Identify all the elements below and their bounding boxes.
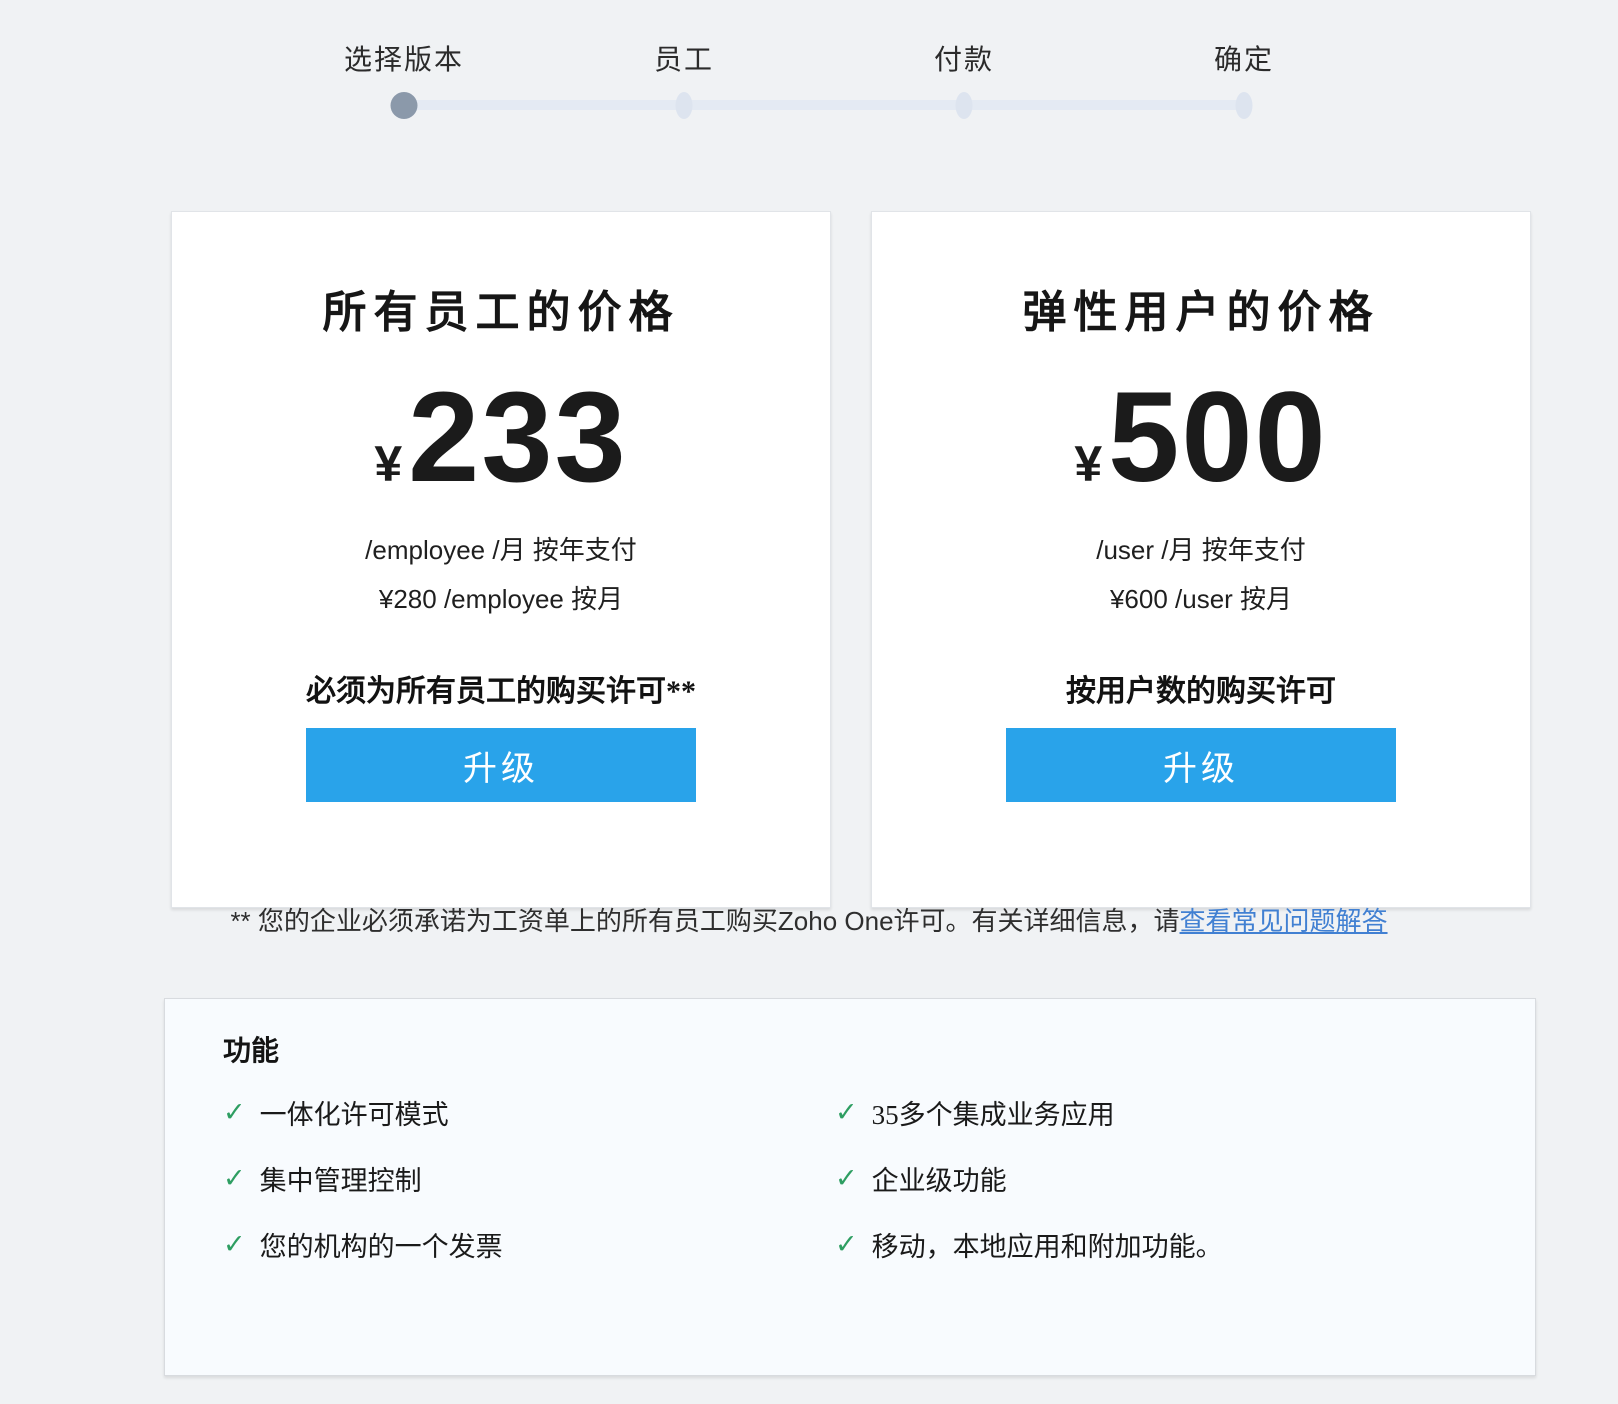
plan-card-flexible-users: 弹性用户的价格 ¥500 /user /月 按年支付 ¥600 /user 按月… [871, 211, 1531, 908]
license-note: 按用户数的购买许可 [1066, 675, 1336, 708]
currency-symbol: ¥ [374, 436, 403, 492]
billing-term-monthly: ¥600 /user 按月 [1109, 584, 1293, 614]
check-icon: ✓ [223, 1228, 246, 1260]
features-grid: ✓ 一体化许可模式 ✓ 35多个集成业务应用 ✓ 集中管理控制 ✓ 企业级功能 … [223, 1079, 1495, 1277]
features-panel: 功能 ✓ 一体化许可模式 ✓ 35多个集成业务应用 ✓ 集中管理控制 ✓ 企业级… [164, 998, 1536, 1376]
feature-label: 您的机构的一个发票 [259, 1231, 503, 1262]
plan-price: 233 [408, 366, 628, 509]
feature-item: ✓ 您的机构的一个发票 [223, 1211, 835, 1277]
check-icon: ✓ [835, 1162, 858, 1194]
feature-item: ✓ 一体化许可模式 [223, 1079, 835, 1145]
plan-price-row: ¥233 [172, 374, 830, 502]
stepper-step-select-edition: 选择版本 [343, 45, 465, 76]
plan-card-all-employees: 所有员工的价格 ¥233 /employee /月 按年支付 ¥280 /emp… [171, 211, 831, 908]
footnote-text: ** 您的企业必须承诺为工资单上的所有员工购买Zoho One许可。有关详细信息… [230, 906, 1180, 936]
stepper-track [404, 100, 1244, 110]
footnote: ** 您的企业必须承诺为工资单上的所有员工购买Zoho One许可。有关详细信息… [0, 901, 1618, 938]
feature-label: 一体化许可模式 [259, 1099, 449, 1130]
check-icon: ✓ [835, 1096, 858, 1128]
upgrade-button-flexible-users[interactable]: 升级 [1006, 728, 1396, 802]
stepper-step-confirm: 确定 [1213, 45, 1275, 76]
check-icon: ✓ [223, 1096, 246, 1128]
upgrade-button-all-employees[interactable]: 升级 [306, 728, 696, 802]
feature-label: 企业级功能 [871, 1165, 1007, 1196]
feature-label: 35多个集成业务应用 [871, 1099, 1115, 1130]
wizard-stepper: 选择版本 员工 付款 确定 [0, 0, 1618, 160]
stepper-step-employees: 员工 [653, 45, 715, 76]
billing-term-annual: /employee /月 按年支付 [365, 535, 637, 565]
check-icon: ✓ [835, 1228, 858, 1260]
feature-item: ✓ 35多个集成业务应用 [835, 1079, 1495, 1145]
feature-item: ✓ 企业级功能 [835, 1145, 1495, 1211]
stepper-dot [955, 92, 973, 119]
license-note: 必须为所有员工的购买许可** [306, 675, 696, 708]
stepper-dot [1235, 92, 1253, 119]
stepper-step-payment: 付款 [933, 45, 995, 76]
plan-title: 所有员工的价格 [322, 288, 680, 337]
billing-term-annual: /user /月 按年支付 [1096, 535, 1306, 565]
check-icon: ✓ [223, 1162, 246, 1194]
feature-label: 移动，本地应用和附加功能。 [871, 1231, 1223, 1262]
stepper-dot-active [390, 92, 418, 119]
feature-item: ✓ 移动，本地应用和附加功能。 [835, 1211, 1495, 1277]
feature-label: 集中管理控制 [259, 1165, 422, 1196]
features-heading: 功能 [223, 1036, 280, 1067]
plan-title: 弹性用户的价格 [1022, 288, 1380, 337]
currency-symbol: ¥ [1074, 436, 1103, 492]
feature-item: ✓ 集中管理控制 [223, 1145, 835, 1211]
stepper-dot [675, 92, 693, 119]
plan-price-row: ¥500 [872, 374, 1530, 502]
faq-link[interactable]: 查看常见问题解答 [1180, 906, 1388, 936]
plan-price: 500 [1108, 366, 1328, 509]
billing-term-monthly: ¥280 /employee 按月 [378, 584, 624, 614]
